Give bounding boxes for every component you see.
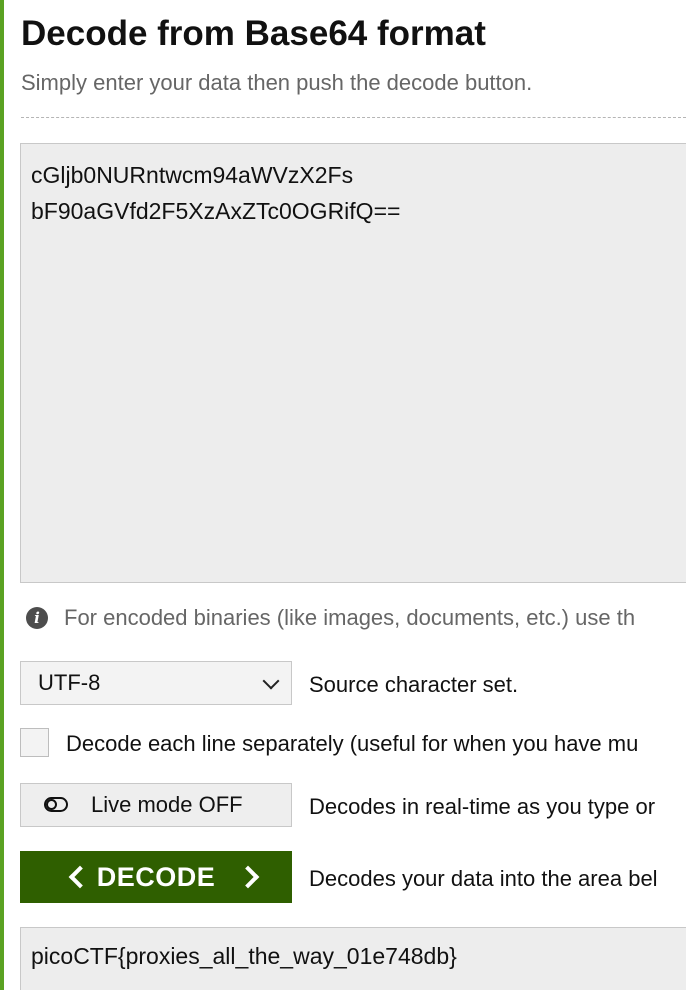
live-mode-description: Decodes in real-time as you type or: [309, 794, 656, 819]
decode-description: Decodes your data into the area bel: [309, 866, 658, 891]
input-line: bF90aGVfd2F5XzAxZTc0OGRifQ==: [31, 198, 401, 224]
decode-button-label: DECODE: [96, 861, 216, 892]
chevron-down-icon: [262, 672, 280, 690]
info-icon: i: [26, 607, 48, 629]
decoded-output-textarea[interactable]: picoCTF{proxies_all_the_way_01e748db}: [20, 927, 686, 990]
decode-lines-checkbox[interactable]: [20, 728, 49, 757]
chevron-right-icon: [236, 865, 260, 889]
decode-lines-label: Decode each line separately (useful for …: [66, 731, 639, 756]
charset-select[interactable]: UTF-8: [20, 661, 292, 705]
chevron-left-icon: [68, 865, 92, 889]
charset-label: Source character set.: [309, 672, 519, 697]
input-line: cGljb0NURntwcm94aWVzX2Fs: [31, 162, 354, 188]
toggle-icon: [44, 796, 70, 814]
page-title: Decode from Base64 format: [21, 14, 486, 53]
charset-selected-value: UTF-8: [38, 670, 101, 695]
accent-side-bar: [0, 0, 4, 990]
live-mode-label: Live mode OFF: [91, 792, 243, 817]
page-subtitle: Simply enter your data then push the dec…: [21, 70, 533, 95]
output-text: picoCTF{proxies_all_the_way_01e748db}: [31, 943, 457, 969]
live-mode-toggle-button[interactable]: Live mode OFF: [20, 783, 292, 827]
dashed-divider: [21, 117, 686, 118]
binary-info-note: i For encoded binaries (like images, doc…: [26, 603, 635, 633]
info-text: For encoded binaries (like images, docum…: [64, 605, 636, 630]
base64-input-textarea[interactable]: cGljb0NURntwcm94aWVzX2Fs bF90aGVfd2F5XzA…: [20, 143, 686, 583]
decode-button[interactable]: DECODE: [20, 851, 292, 903]
